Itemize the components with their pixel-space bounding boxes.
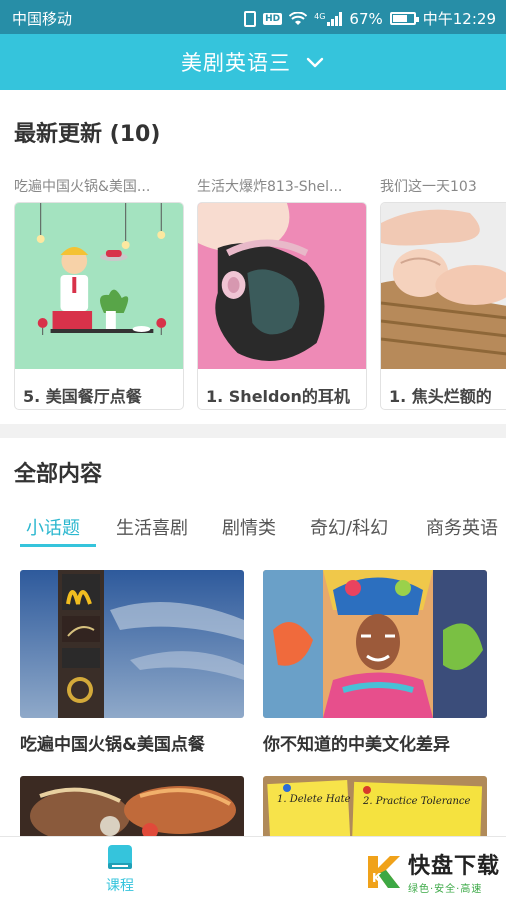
content-item[interactable]: 吃遍中国火锅&美国点餐	[20, 570, 244, 755]
battery-icon	[389, 12, 419, 25]
tab-topics[interactable]: 小话题	[26, 514, 80, 540]
card-label: 1. Sheldon的耳机	[206, 387, 350, 406]
watermark-letter: K	[372, 871, 382, 885]
carrier-name: 中国移动	[12, 10, 73, 28]
watermark-brand: 快盘下载	[407, 854, 500, 879]
book-icon	[108, 845, 132, 869]
status-icons: HD 4G 67% 中午12:29	[244, 8, 496, 29]
all-section-title: 全部内容	[14, 462, 103, 487]
card-label: 5. 美国餐厅点餐	[23, 387, 142, 406]
card-box: 5. 美国餐厅点餐	[14, 202, 184, 410]
active-tab-indicator	[20, 544, 96, 547]
nav-course-label: 课程	[106, 878, 134, 894]
course-title: 美剧英语三	[181, 51, 291, 75]
course-selector[interactable]: 美剧英语三	[0, 34, 506, 90]
vibrate-icon	[244, 10, 257, 27]
baby-photo	[381, 203, 506, 369]
clock: 中午12:29	[422, 10, 496, 28]
latest-card[interactable]: 吃遍中国火锅&美国... 5. 美国餐厅点餐	[14, 176, 184, 410]
watermark-k-icon: K	[367, 855, 400, 888]
hd-icon: HD	[263, 12, 283, 25]
headphones-photo	[198, 203, 366, 369]
chevron-down-icon	[306, 57, 324, 68]
network-type: 4G	[314, 11, 326, 21]
content-item-title: 吃遍中国火锅&美国点餐	[20, 735, 205, 755]
tab-fantasy-scifi[interactable]: 奇幻/科幻	[310, 514, 388, 540]
carnival-photo	[263, 570, 487, 718]
card-caption: 吃遍中国火锅&美国...	[14, 179, 151, 195]
note-line: 2. Practice Tolerance	[362, 796, 471, 807]
watermark-logo: K 快盘下载 绿色·安全·高速	[364, 848, 500, 895]
wifi-icon	[289, 11, 308, 25]
nav-course[interactable]: 课程	[96, 843, 144, 895]
signal-icon: 4G	[314, 11, 343, 26]
card-box: 1. 焦头烂额的	[380, 202, 506, 410]
latest-card[interactable]: 生活大爆炸813-Shel... 1. Sheldon的耳机	[197, 176, 367, 410]
battery-percent: 67%	[349, 9, 383, 28]
category-tabs: 小话题 生活喜剧 剧情类 奇幻/科幻 商务英语	[0, 510, 506, 550]
latest-carousel[interactable]: 吃遍中国火锅&美国... 5. 美国餐厅点餐 生活大爆炸813-Shel... …	[14, 176, 506, 416]
note-line: 1. Delete Hate	[277, 794, 351, 805]
latest-section-title: 最新更新 (10)	[14, 122, 161, 147]
tab-sitcom[interactable]: 生活喜剧	[116, 514, 188, 540]
section-divider	[0, 424, 506, 438]
content-item-title: 你不知道的中美文化差异	[263, 735, 450, 755]
card-caption: 我们这一天103	[380, 179, 477, 195]
card-label: 1. 焦头烂额的	[389, 387, 492, 406]
card-box: 1. Sheldon的耳机	[197, 202, 367, 410]
app-screen: 中国移动 HD 4G 67% 中午12:29 美剧英语三 最新更新 (10) 吃…	[0, 0, 506, 900]
status-bar: 中国移动 HD 4G 67% 中午12:29	[0, 0, 506, 34]
tab-drama[interactable]: 剧情类	[222, 514, 276, 540]
restaurant-illustration	[15, 203, 183, 369]
watermark-tagline: 绿色·安全·高速	[407, 884, 483, 895]
latest-card[interactable]: 我们这一天103 1. 焦头烂额的	[380, 176, 506, 410]
card-caption: 生活大爆炸813-Shel...	[197, 179, 343, 195]
content-item[interactable]: 你不知道的中美文化差异	[263, 570, 487, 755]
tab-business[interactable]: 商务英语	[426, 514, 498, 540]
mcdonalds-sign-photo	[20, 570, 244, 718]
watermark-text: 快盘下载 绿色·安全·高速	[408, 848, 500, 895]
